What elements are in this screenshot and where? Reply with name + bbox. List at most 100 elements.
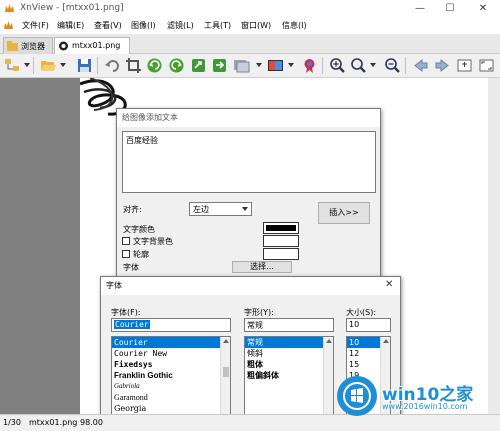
tab-browser-label: 浏览器 [21, 42, 45, 51]
font-list-item[interactable]: Courier [112, 337, 230, 348]
text-color-label: 文字颜色 [123, 225, 155, 234]
close-button[interactable]: ✕ [468, 0, 498, 17]
text-bg-label: 文字背景色 [133, 237, 173, 246]
flip-icon[interactable] [190, 57, 207, 74]
font-list-item[interactable]: Fixedsys [112, 359, 230, 370]
style-list-item[interactable]: 常规 [245, 337, 333, 348]
previous-icon[interactable] [412, 57, 429, 74]
vertical-scrollbar[interactable] [488, 78, 500, 414]
status-index: 1/30 [3, 418, 21, 427]
toolbar-separator [33, 57, 34, 74]
align-label: 对齐: [123, 205, 142, 214]
menu-file[interactable]: 文件(F) [22, 20, 49, 31]
font-size-label: 大小(S): [346, 308, 377, 317]
effects-icon[interactable] [301, 57, 318, 74]
zoom-out-icon[interactable] [384, 57, 401, 74]
font-style-list[interactable]: 常规 倾斜 粗体 粗偏斜体 [244, 336, 334, 425]
folder-icon [7, 41, 18, 51]
text-bg-checkbox[interactable] [122, 237, 130, 245]
browser-icon[interactable] [4, 57, 21, 74]
insert-button[interactable]: 插入>> [318, 202, 370, 224]
menu-filter[interactable]: 滤镜(L) [167, 20, 194, 31]
font-size-input[interactable]: 10 [346, 318, 391, 332]
bg-color-swatch[interactable] [263, 235, 299, 247]
style-list-item[interactable]: 倾斜 [245, 348, 333, 359]
text-color-swatch[interactable] [263, 222, 299, 234]
fullscreen-icon[interactable] [478, 57, 495, 74]
scroll-up-icon[interactable] [326, 339, 332, 343]
chevron-down-icon[interactable] [256, 63, 262, 67]
add-text-dialog: 给图像添加文本 百度经验 对齐: 左边 插入>> 文字颜色 文字背景色 轮廓 字… [116, 108, 381, 280]
choose-font-button[interactable]: 选择... [232, 261, 292, 273]
rotate-right-icon[interactable] [168, 57, 185, 74]
zoom-icon[interactable] [350, 57, 367, 74]
font-list-scroll-thumb[interactable] [223, 367, 229, 377]
text-content-field[interactable]: 百度经验 [122, 131, 376, 193]
tab-image[interactable]: mtxx01.png [54, 37, 130, 54]
align-select-value: 左边 [193, 205, 209, 214]
open-folder-icon[interactable] [40, 57, 57, 74]
tab-image-label: mtxx01.png [72, 41, 121, 50]
text-color-fill [266, 225, 296, 231]
font-style-input[interactable]: 常规 [244, 318, 334, 332]
status-bar: 1/30 mtxx01.png 98.00 [0, 414, 500, 431]
scroll-track [491, 80, 497, 414]
fit-icon[interactable] [456, 57, 473, 74]
font-list-item[interactable]: Georgia [112, 403, 230, 414]
export-icon[interactable] [211, 57, 228, 74]
font-list-item[interactable]: Gabriola [112, 381, 230, 392]
window-title: XnView - [mtxx01.png] [20, 3, 124, 13]
status-filename: mtxx01.png [29, 418, 78, 427]
slideshow-icon[interactable] [233, 57, 250, 74]
status-zoom: 98.00 [80, 418, 103, 427]
undo-icon[interactable] [104, 57, 121, 74]
chevron-down-icon[interactable] [24, 63, 30, 67]
outline-color-swatch[interactable] [263, 248, 299, 260]
toolbar-separator [322, 57, 323, 74]
font-list-item[interactable]: Garamond [112, 392, 230, 403]
menu-tools[interactable]: 工具(T) [204, 20, 231, 31]
style-list-item[interactable]: 粗偏斜体 [245, 370, 333, 381]
style-list-scrollbar[interactable] [323, 337, 333, 425]
style-list-item[interactable]: 粗体 [245, 359, 333, 370]
scroll-up-icon[interactable] [383, 339, 389, 343]
chevron-down-icon[interactable] [288, 63, 294, 67]
minimize-button[interactable]: — [405, 0, 435, 17]
menu-info[interactable]: 信息(I) [282, 20, 307, 31]
adjust-icon[interactable] [267, 57, 284, 74]
font-name-input[interactable]: Courier [111, 318, 231, 332]
scroll-up-icon[interactable] [223, 339, 229, 343]
rotate-left-icon[interactable] [146, 57, 163, 74]
maximize-button[interactable]: ☐ [435, 0, 465, 17]
font-dialog-title: 字体 [101, 277, 400, 295]
font-list-scrollbar[interactable] [220, 337, 230, 425]
font-name-label: 字体(F): [111, 308, 141, 317]
align-select[interactable]: 左边 [189, 202, 252, 216]
font-list-item[interactable]: Courier New [112, 348, 230, 359]
toolbar [0, 54, 500, 78]
document-icon [3, 20, 14, 31]
chevron-down-icon [242, 207, 248, 211]
outline-checkbox[interactable] [122, 250, 130, 258]
close-icon[interactable]: ✕ [385, 279, 397, 292]
font-list-item[interactable]: Franklin Gothic [112, 370, 230, 381]
win10-logo-icon [337, 376, 377, 416]
title-bar: XnView - [mtxx01.png] — ☐ ✕ [0, 0, 500, 17]
chevron-down-icon[interactable] [60, 63, 66, 67]
crop-icon[interactable] [125, 57, 142, 74]
tab-bar: 浏览器 mtxx01.png [0, 34, 500, 54]
menu-view[interactable]: 查看(V) [94, 20, 122, 31]
font-list[interactable]: Courier Courier New Fixedsys Franklin Go… [111, 336, 231, 425]
menu-window[interactable]: 窗口(W) [241, 20, 271, 31]
next-icon[interactable] [434, 57, 451, 74]
toolbar-separator [405, 57, 406, 74]
tab-browser[interactable]: 浏览器 [3, 37, 53, 54]
menu-edit[interactable]: 编辑(E) [57, 20, 84, 31]
image-tab-icon [58, 41, 69, 51]
menu-image[interactable]: 图像(I) [131, 20, 156, 31]
add-text-dialog-title: 给图像添加文本 [117, 109, 380, 127]
font-style-label: 字形(Y): [244, 308, 274, 317]
chevron-down-icon[interactable] [370, 63, 376, 67]
save-icon[interactable] [76, 57, 93, 74]
zoom-in-icon[interactable] [329, 57, 346, 74]
